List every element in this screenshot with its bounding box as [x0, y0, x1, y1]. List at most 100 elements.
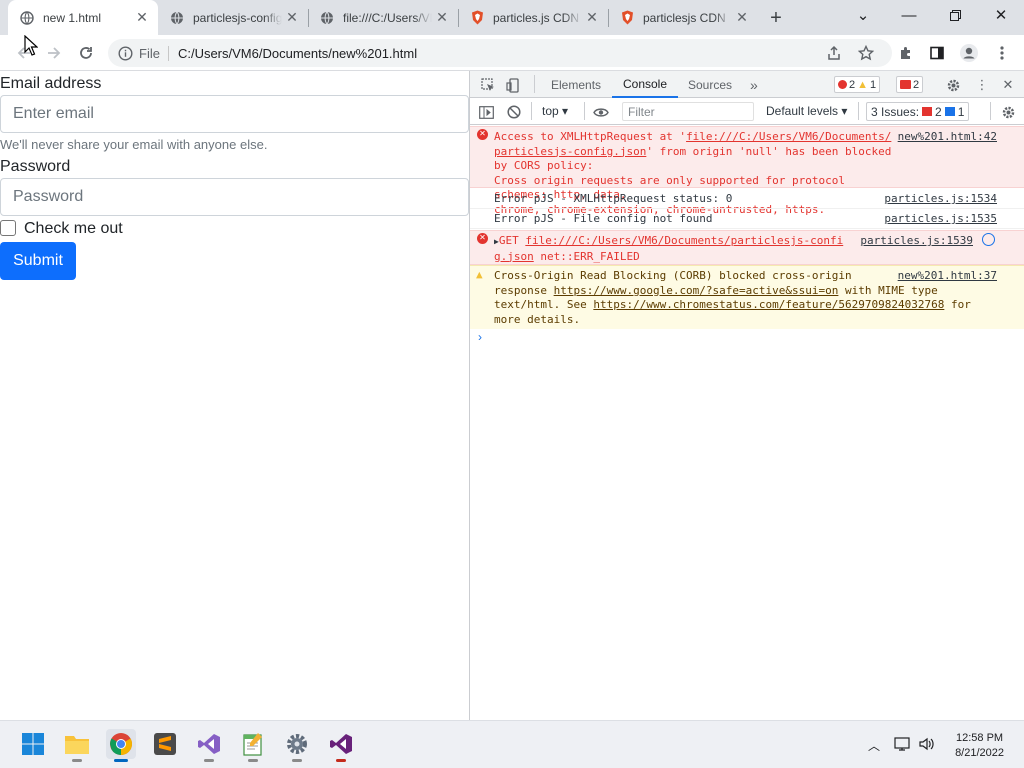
- close-tab-icon[interactable]: ✕: [582, 8, 602, 28]
- log-levels-dropdown[interactable]: Default levels ▾: [766, 104, 847, 118]
- visual-studio-icon[interactable]: [326, 729, 356, 762]
- menu-kebab-icon[interactable]: [988, 39, 1016, 67]
- window-close-icon[interactable]: ✕: [978, 0, 1024, 30]
- live-expression-eye-icon[interactable]: [591, 102, 611, 122]
- running-indicator: [248, 759, 258, 762]
- warning-icon: ▲: [857, 78, 869, 91]
- email-input[interactable]: Enter email: [0, 95, 469, 133]
- visual-studio-icon[interactable]: [194, 729, 224, 762]
- restore-icon[interactable]: [932, 0, 978, 30]
- close-tab-icon[interactable]: ✕: [732, 8, 752, 28]
- email-label: Email address: [0, 75, 102, 92]
- issues-counter[interactable]: 2: [896, 76, 924, 93]
- settings-icon[interactable]: [282, 729, 312, 762]
- source-link[interactable]: particles.js:1539: [860, 234, 973, 249]
- check-me-out-checkbox[interactable]: [0, 220, 16, 236]
- network-icon[interactable]: [894, 736, 912, 757]
- clear-console-icon[interactable]: [504, 102, 524, 122]
- tab-title: new 1.html: [43, 10, 102, 25]
- extensions-puzzle-icon[interactable]: [892, 39, 920, 67]
- text-part: net::ERR_FAILED: [540, 249, 640, 263]
- system-clock[interactable]: 12:58 PM 8/21/2022: [955, 731, 1004, 761]
- console-prompt-chevron-icon[interactable]: ›: [478, 330, 482, 344]
- brave-shield-icon: [470, 10, 484, 25]
- show-hidden-icons-chevron-icon[interactable]: ︿: [868, 737, 880, 754]
- console-message-log: Error pJS - XMLHttpRequest status: 0 par…: [470, 189, 1024, 209]
- file-link[interactable]: file:///C:/Users/VM6/Documents/particles…: [525, 234, 843, 247]
- page-viewport: Email address Enter email We'll never sh…: [0, 71, 469, 720]
- console-message-warning: ▲ Cross-Origin Read Blocking (CORB) bloc…: [470, 265, 1024, 329]
- side-panel-icon[interactable]: [923, 39, 951, 67]
- file-link[interactable]: file:///C:/Users/VM6/Documents/: [686, 130, 891, 143]
- info-icon[interactable]: [118, 45, 133, 61]
- context-selector[interactable]: top ▾: [542, 104, 568, 118]
- console-message-error: ✕ ▶GET file:///C:/Users/VM6/Documents/pa…: [470, 230, 1024, 265]
- new-tab-plus-icon[interactable]: +: [764, 6, 788, 30]
- source-link[interactable]: new%201.html:42: [898, 130, 997, 145]
- bookmark-star-icon[interactable]: [852, 39, 880, 67]
- tab-particles-cdn[interactable]: particles.js CDN ✕: [458, 0, 608, 35]
- errors-count: 2: [849, 78, 856, 91]
- running-indicator: [204, 759, 214, 762]
- clock-date: 8/21/2022: [955, 747, 1004, 759]
- password-label: Password: [0, 158, 71, 175]
- source-link[interactable]: particles.js:1534: [884, 192, 997, 207]
- close-tab-icon[interactable]: ✕: [432, 8, 452, 28]
- file-link[interactable]: particlesjs-config.json: [494, 145, 646, 158]
- tab-particlesjs-cdn[interactable]: particlesjs CDN ✕: [608, 0, 758, 35]
- file-explorer-icon[interactable]: [62, 729, 92, 762]
- error-warning-counter[interactable]: 2 ▲ 1: [834, 76, 881, 93]
- submit-button[interactable]: Submit: [0, 242, 76, 280]
- console-message-log: Error pJS - File config not found partic…: [470, 209, 1024, 229]
- more-tabs-icon[interactable]: »: [750, 71, 758, 98]
- volume-icon[interactable]: [918, 736, 936, 757]
- device-toolbar-icon[interactable]: [503, 75, 523, 95]
- share-icon[interactable]: [820, 39, 848, 67]
- address-bar[interactable]: File C:/Users/VM6/Documents/new%201.html: [108, 39, 892, 67]
- tab-strip: new 1.html ✕ particlesjs-config ✕ file:/…: [0, 0, 1024, 35]
- devtools-close-icon[interactable]: ✕: [998, 75, 1018, 95]
- issues-error-count: 2: [935, 104, 942, 119]
- console-input[interactable]: [492, 330, 1012, 348]
- notepad-icon[interactable]: [238, 729, 268, 762]
- issues-button[interactable]: 3 Issues: 2 1: [866, 102, 970, 121]
- console-filter-input[interactable]: Filter: [622, 102, 754, 121]
- tab-new1[interactable]: new 1.html ✕: [8, 0, 158, 35]
- url-link[interactable]: https://www.google.com/?safe=active&ssui…: [554, 284, 839, 297]
- tab-title: particlesjs-config: [193, 10, 282, 25]
- warnings-count: 1: [870, 78, 877, 91]
- close-tab-icon[interactable]: ✕: [282, 8, 302, 28]
- inspect-element-icon[interactable]: [478, 75, 498, 95]
- url-link[interactable]: https://www.chromestatus.com/feature/562…: [593, 298, 944, 311]
- chrome-icon[interactable]: [106, 729, 136, 762]
- running-indicator: [292, 759, 302, 762]
- tab-particlesjs-config[interactable]: particlesjs-config ✕: [158, 0, 308, 35]
- filter-placeholder: Filter: [628, 104, 655, 119]
- tab-file-users[interactable]: file:///C:/Users/VM6 ✕: [308, 0, 458, 35]
- check-me-out-label[interactable]: Check me out: [24, 220, 123, 238]
- network-request-icon[interactable]: [982, 233, 995, 246]
- brave-shield-icon: [620, 10, 634, 25]
- windows-start-icon[interactable]: [18, 729, 48, 759]
- tab-console[interactable]: Console: [612, 71, 678, 98]
- sublime-text-icon[interactable]: [150, 729, 180, 759]
- profile-avatar-icon[interactable]: [955, 39, 983, 67]
- close-tab-icon[interactable]: ✕: [132, 8, 152, 28]
- password-input[interactable]: Password: [0, 178, 469, 216]
- sidebar-toggle-icon[interactable]: [476, 102, 496, 122]
- source-link[interactable]: particles.js:1535: [884, 212, 997, 227]
- levels-value: Default levels: [766, 104, 839, 118]
- minimize-icon[interactable]: —: [886, 0, 932, 30]
- issue-flag-icon: [900, 80, 911, 89]
- tab-search-chevron-icon[interactable]: ⌄: [840, 0, 886, 30]
- tab-sources[interactable]: Sources: [688, 71, 732, 98]
- tab-elements[interactable]: Elements: [551, 71, 601, 98]
- reload-icon[interactable]: [72, 39, 100, 67]
- forward-icon[interactable]: [40, 39, 68, 67]
- devtools-settings-gear-icon[interactable]: [943, 75, 963, 95]
- text-part: Access to XMLHttpRequest at ': [494, 130, 687, 143]
- file-link[interactable]: g.json: [494, 250, 534, 263]
- devtools-menu-kebab-icon[interactable]: ⋮: [972, 75, 992, 95]
- source-link[interactable]: new%201.html:37: [898, 269, 997, 284]
- console-settings-gear-icon[interactable]: [998, 102, 1018, 122]
